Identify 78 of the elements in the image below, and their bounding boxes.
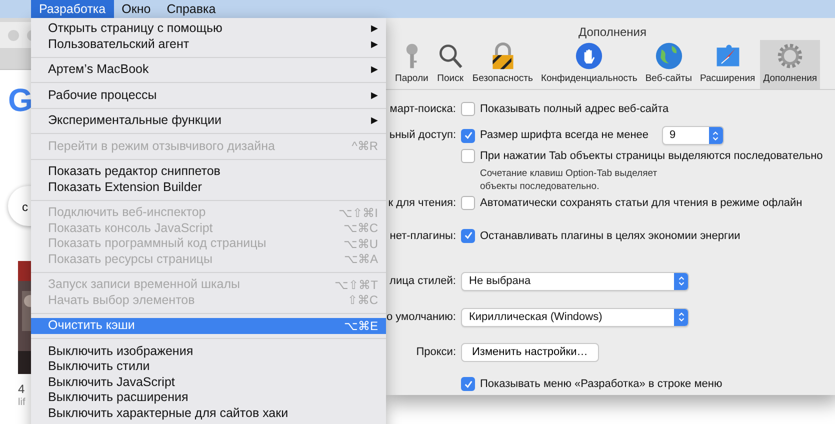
menu-item[interactable]: Пользовательский агент ▶ — [31, 36, 386, 52]
shortcut-text: ⇧⌘C — [347, 292, 378, 310]
toolbar-tab[interactable]: Расширения — [696, 40, 758, 89]
checkbox[interactable] — [461, 102, 475, 116]
hint-text: Сочетание клавиш Option-Tab выделяет объекты последовательно. — [480, 167, 658, 193]
submenu-arrow: ▶ — [371, 22, 378, 35]
globe-icon — [656, 42, 682, 70]
field-label: к для чтения: — [387, 196, 457, 211]
menu-item[interactable]: Выключить характерные для сайтов хаки — [31, 406, 386, 421]
toolbar-tab[interactable]: Конфиденциальность — [538, 40, 640, 89]
checkbox[interactable] — [461, 377, 475, 392]
checkbox[interactable] — [461, 128, 475, 142]
dropdown[interactable]: 9 — [662, 126, 724, 145]
field-label: Прокси: — [415, 344, 457, 360]
field-label: март-поиска: — [388, 102, 457, 117]
checkbox-label: Показывать меню «Разработка» в строке меню — [480, 377, 722, 392]
menu-item[interactable]: Выключить стили — [31, 359, 386, 374]
shortcut-text: ⌥⇧⌘T — [334, 276, 378, 294]
menu-item[interactable]: Открыть страницу с помощью ▶ — [31, 21, 386, 36]
field-label: нет-плагины: — [388, 228, 457, 244]
checkbox-label: Автоматически сохранять статьи для чтения в режиме офлайн — [480, 196, 802, 211]
submenu-arrow: ▶ — [371, 38, 378, 50]
field-label: о умолчанию: — [386, 310, 457, 325]
menu-bar-item[interactable]: Справка — [158, 0, 224, 18]
checkbox[interactable] — [461, 196, 475, 210]
dropdown[interactable]: Кириллическая (Windows) — [461, 308, 689, 326]
menu-item[interactable]: Показать Extension Builder — [31, 180, 386, 195]
checkbox-label: Показывать полный адрес веб-сайта — [480, 102, 669, 117]
window-title: Дополнения — [578, 24, 648, 39]
field-label: ьный доступ: — [388, 128, 457, 144]
checkbox-label: Останавливать плагины в целях экономии энергии — [480, 228, 740, 244]
toolbar-tab[interactable]: Пароли — [392, 40, 432, 89]
logo-text: G — [8, 84, 33, 116]
menu-item[interactable]: Выключить JavaScript — [31, 374, 386, 390]
menu-item[interactable]: Рабочие процессы ▶ — [31, 88, 386, 103]
shortcut-text: ⌥⇧⌘I — [338, 204, 378, 222]
checkmark-icon — [462, 230, 474, 242]
submenu-arrow: ▶ — [371, 114, 378, 127]
toolbar-tab[interactable]: Поиск — [433, 40, 468, 89]
checkbox[interactable] — [461, 148, 475, 163]
chevron-icon — [676, 275, 686, 287]
checkbox[interactable] — [461, 228, 475, 243]
menu-item[interactable]: Выключить расширения — [31, 390, 386, 406]
shortcut-text: ⌥⌘U — [343, 236, 378, 253]
toolbar-tab[interactable]: Дополнения — [760, 40, 820, 89]
puzzle-icon — [716, 44, 739, 66]
checkmark-icon — [462, 378, 474, 390]
settings-button[interactable]: Изменить настройки… — [461, 342, 599, 362]
checkmark-icon — [462, 130, 474, 141]
menu-item[interactable]: Очистить кэши ⌥⌘E — [31, 318, 386, 334]
checkbox-label: При нажатии Tab объекты страницы выделяются последовательно — [480, 148, 823, 164]
search-icon — [440, 44, 463, 68]
shortcut-text: ⌥⌘C — [343, 220, 378, 238]
source-text: lif — [18, 397, 26, 409]
caption-text: 4 — [18, 382, 25, 396]
menu-item[interactable]: Выключить изображения — [31, 344, 386, 359]
toolbar-tab[interactable]: Безопасность — [469, 40, 536, 89]
dropdown[interactable]: Не выбрана — [461, 272, 689, 290]
gear-icon — [778, 44, 802, 68]
shortcut-text: ^⌘R — [352, 138, 378, 156]
hand-icon — [576, 42, 602, 70]
checkbox-label: Размер шрифта всегда не менее — [480, 128, 649, 144]
menu-bar-item[interactable]: Разработка — [31, 0, 114, 18]
menu-item[interactable]: Показать редактор сниппетов — [31, 164, 386, 180]
submenu-arrow: ▶ — [371, 88, 378, 102]
toolbar-tab[interactable]: Веб-сайты — [642, 40, 695, 89]
menu-bar-item[interactable]: Окно — [114, 0, 159, 18]
menu-item[interactable]: Артем’s MacBook ▶ — [31, 62, 386, 78]
chevron-icon — [676, 311, 686, 323]
shortcut-text: ⌥⌘E — [344, 318, 378, 335]
window-button[interactable] — [8, 30, 19, 41]
lock-icon — [492, 42, 513, 70]
shortcut-text: ⌥⌘A — [344, 251, 378, 268]
submenu-arrow: ▶ — [371, 63, 378, 76]
key-icon — [406, 44, 418, 68]
menu-item[interactable]: Экспериментальные функции ▶ — [31, 113, 386, 128]
chevron-icon — [711, 130, 720, 142]
field-label: лица стилей: — [388, 274, 457, 289]
